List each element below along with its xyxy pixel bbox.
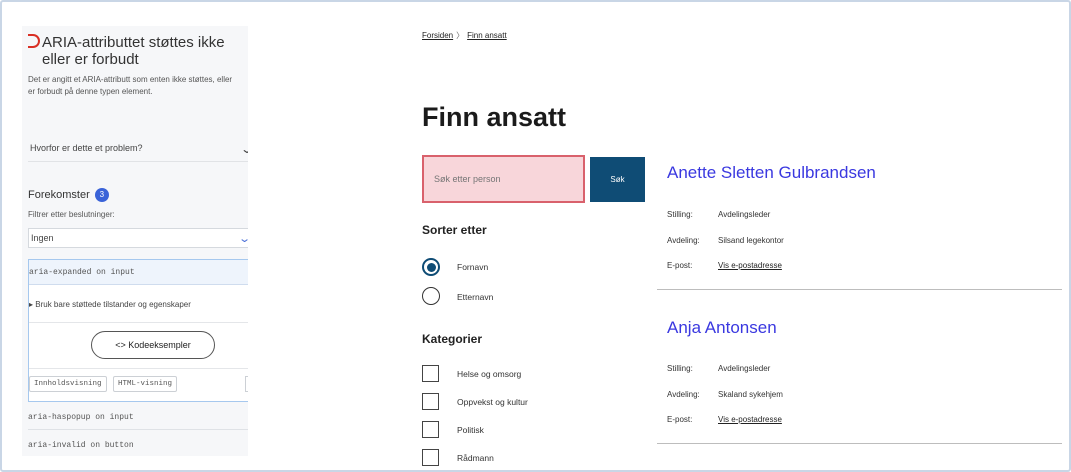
category-label: Rådmann: [457, 453, 494, 463]
browser-frame: ARIA-attributtet støttes ikke eller er f…: [0, 0, 1071, 472]
occurrence-label: aria-invalid on button: [28, 441, 134, 450]
result-divider: [657, 443, 1062, 444]
sort-option-label: Etternavn: [457, 292, 494, 302]
sort-radio-firstname[interactable]: [422, 258, 440, 276]
field-value: Silsand legekontor: [718, 236, 784, 245]
gear-icon[interactable]: ⚙: [245, 376, 248, 392]
chevron-down-icon: ⌄: [240, 142, 248, 156]
occurrences-label: Forekomster: [28, 189, 90, 201]
field-value: Avdelingsleder: [718, 210, 771, 219]
code-examples-button[interactable]: <> Kodeeksempler: [91, 331, 215, 359]
result-department: Avdeling: Skaland sykehjem: [667, 390, 783, 399]
breadcrumb-home-link[interactable]: Forsiden: [422, 31, 453, 40]
result-position: Stilling: Avdelingsleder: [667, 210, 770, 219]
sort-radio-lastname[interactable]: [422, 287, 440, 305]
category-checkbox[interactable]: [422, 421, 439, 438]
result-email: E-post: Vis e-postadresse: [667, 415, 782, 424]
breadcrumb-separator-icon: 〉: [456, 31, 465, 40]
field-key: E-post:: [667, 261, 693, 270]
category-label: Oppvekst og kultur: [457, 397, 528, 407]
chevron-down-icon: ⌄: [247, 410, 248, 425]
why-problem-label: Hvorfor er dette et problem?: [30, 143, 143, 153]
html-view-button[interactable]: HTML-visning: [113, 376, 178, 392]
issue-title-line2: eller er forbudt: [42, 51, 139, 68]
field-key: Avdeling:: [667, 390, 700, 399]
field-key: E-post:: [667, 415, 693, 424]
result-name-link[interactable]: Anette Sletten Gulbrandsen: [667, 163, 876, 183]
category-checkbox[interactable]: [422, 449, 439, 466]
occurrence-expanded: aria-expanded on input ⌃ ▸ Bruk bare stø…: [28, 259, 248, 402]
filter-label: Filtrer etter beslutninger:: [28, 210, 115, 219]
issue-title-line1: ARIA-attributtet støttes ikke: [42, 34, 225, 51]
field-key: Stilling:: [667, 364, 693, 373]
breadcrumb: Forsiden 〉 Finn ansatt: [422, 30, 507, 41]
result-divider: [657, 289, 1062, 290]
categories-heading: Kategorier: [422, 332, 483, 346]
accessibility-panel: ARIA-attributtet støttes ikke eller er f…: [22, 26, 248, 456]
page-title: Finn ansatt: [422, 102, 567, 132]
filter-value: Ingen: [31, 233, 54, 243]
occurrences-count-badge: 3: [94, 188, 109, 202]
occurrences-heading: Forekomster 3: [28, 188, 109, 202]
occurrence-label: aria-haspopup on input: [28, 413, 134, 422]
field-key: Avdeling:: [667, 236, 700, 245]
search-button[interactable]: Søk: [590, 157, 645, 202]
result-name-link[interactable]: Anja Antonsen: [667, 318, 777, 338]
sort-option-label: Fornavn: [457, 262, 489, 272]
show-email-link[interactable]: Vis e-postadresse: [718, 415, 782, 424]
filter-select[interactable]: Ingen ⌄: [28, 228, 248, 248]
error-icon: [28, 34, 40, 48]
chevron-down-icon: ⌄: [247, 438, 248, 453]
code-examples-row: <> Kodeeksempler: [29, 323, 248, 369]
field-value: Avdelingsleder: [718, 364, 771, 373]
show-email-link[interactable]: Vis e-postadresse: [718, 261, 782, 270]
view-toggle-row: Innholdsvisning HTML-visning ⚙: [29, 369, 248, 401]
guidance-row[interactable]: ▸ Bruk bare støttede tilstander og egens…: [29, 285, 248, 323]
content-view-button[interactable]: Innholdsvisning: [29, 376, 107, 392]
sort-heading: Sorter etter: [422, 223, 487, 237]
category-label: Politisk: [457, 425, 484, 435]
search-input[interactable]: [422, 155, 585, 203]
field-value: Skaland sykehjem: [718, 390, 783, 399]
occurrence-header[interactable]: aria-expanded on input ⌃: [29, 260, 248, 285]
result-position: Stilling: Avdelingsleder: [667, 364, 770, 373]
result-email: E-post: Vis e-postadresse: [667, 261, 782, 270]
why-problem-select[interactable]: Hvorfor er dette et problem? ⌄: [28, 136, 248, 162]
issue-description: Det er angitt et ARIA-attributt som ente…: [28, 75, 233, 96]
category-label: Helse og omsorg: [457, 369, 522, 379]
occurrence-collapsed-1[interactable]: aria-haspopup on input ⌄: [28, 404, 248, 430]
issue-title: ARIA-attributtet støttes ikke eller er f…: [28, 34, 243, 68]
category-checkbox[interactable]: [422, 365, 439, 382]
occurrence-label: aria-expanded on input: [29, 268, 135, 277]
guidance-text: Bruk bare støttede tilstander og egenska…: [35, 300, 191, 309]
field-key: Stilling:: [667, 210, 693, 219]
breadcrumb-current-link[interactable]: Finn ansatt: [467, 31, 507, 40]
category-checkbox[interactable]: [422, 393, 439, 410]
result-department: Avdeling: Silsand legekontor: [667, 236, 784, 245]
chevron-down-icon: ⌄: [238, 232, 248, 245]
occurrence-collapsed-2[interactable]: aria-invalid on button ⌄: [28, 432, 248, 456]
